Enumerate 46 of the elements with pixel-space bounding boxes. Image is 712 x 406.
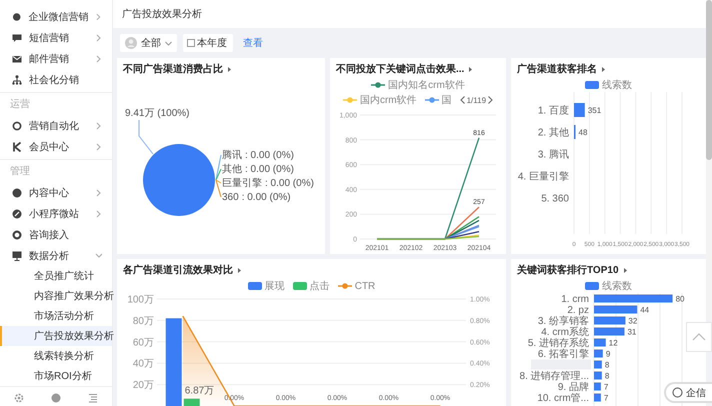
data-label: 31 (627, 328, 636, 336)
axis-label: 100万 (127, 294, 154, 306)
data-label: 80 (676, 294, 684, 304)
page-title: 广告投放效果分析 (122, 8, 202, 21)
category-label: 4. 巨量引擎 (518, 172, 569, 182)
category-label: 2. 其他 (538, 128, 569, 138)
data-label: 32 (628, 316, 638, 326)
category-label: 1. crm (561, 294, 589, 305)
axis-label: 20万 (132, 380, 154, 392)
card-title: 不同投放下关键词点击效果... (336, 62, 464, 76)
category-label: 9. 品牌 (558, 382, 589, 393)
data-label: 12 (608, 338, 618, 348)
card-title: 各广告渠道引流效果对比 (123, 263, 233, 277)
category-label: 6. 拓客引擎 (538, 349, 589, 360)
section-title: 运营 (0, 92, 112, 115)
section-title: 管理 (0, 159, 112, 182)
card-title: 广告渠道获客排名 (517, 62, 597, 76)
card-title: 关键词获客排行TOP10 (517, 263, 618, 277)
card-title: 不同广告渠道消费占比 (123, 62, 223, 76)
category-label: 2. pz (567, 305, 589, 316)
data-label: 腾讯 : 0.00 (0%) (222, 150, 294, 161)
data-label: 8 (604, 372, 610, 380)
category-label: 1. 百度 (538, 106, 569, 116)
category-label: 5. 360 (541, 194, 569, 204)
data-label: 7 (604, 382, 608, 392)
data-label: 6.87万 (184, 386, 214, 397)
category-label: 3. 纷享销客 (538, 316, 589, 327)
data-label: 7 (604, 394, 608, 402)
data-label: 44 (640, 306, 650, 314)
category-label: 5. 进销存系统 (528, 338, 589, 349)
data-label: 48 (578, 128, 588, 137)
data-label: 9 (606, 350, 610, 358)
category-label: 4. crm系统 (541, 327, 589, 338)
data-label: 9.41万 (100%) (125, 108, 190, 119)
data-label: 其他 : 0.00 (0%) (222, 164, 294, 175)
axis-label: 60万 (132, 337, 154, 348)
category-label: 8. 进销存管理... (520, 371, 589, 382)
data-label: 360 : 0.00 (0%) (222, 192, 291, 203)
category-label: 3. 腾讯 (538, 150, 569, 160)
page-count: 1/119 (466, 96, 486, 104)
axis-label: 80万 (132, 316, 154, 327)
data-label: 8 (604, 360, 610, 370)
data-label: 巨量引擎 : 0.00 (0%) (222, 178, 314, 189)
data-label: 351 (588, 106, 602, 115)
category-label: 10. crm管... (537, 393, 589, 404)
axis-label: 40万 (132, 358, 154, 370)
